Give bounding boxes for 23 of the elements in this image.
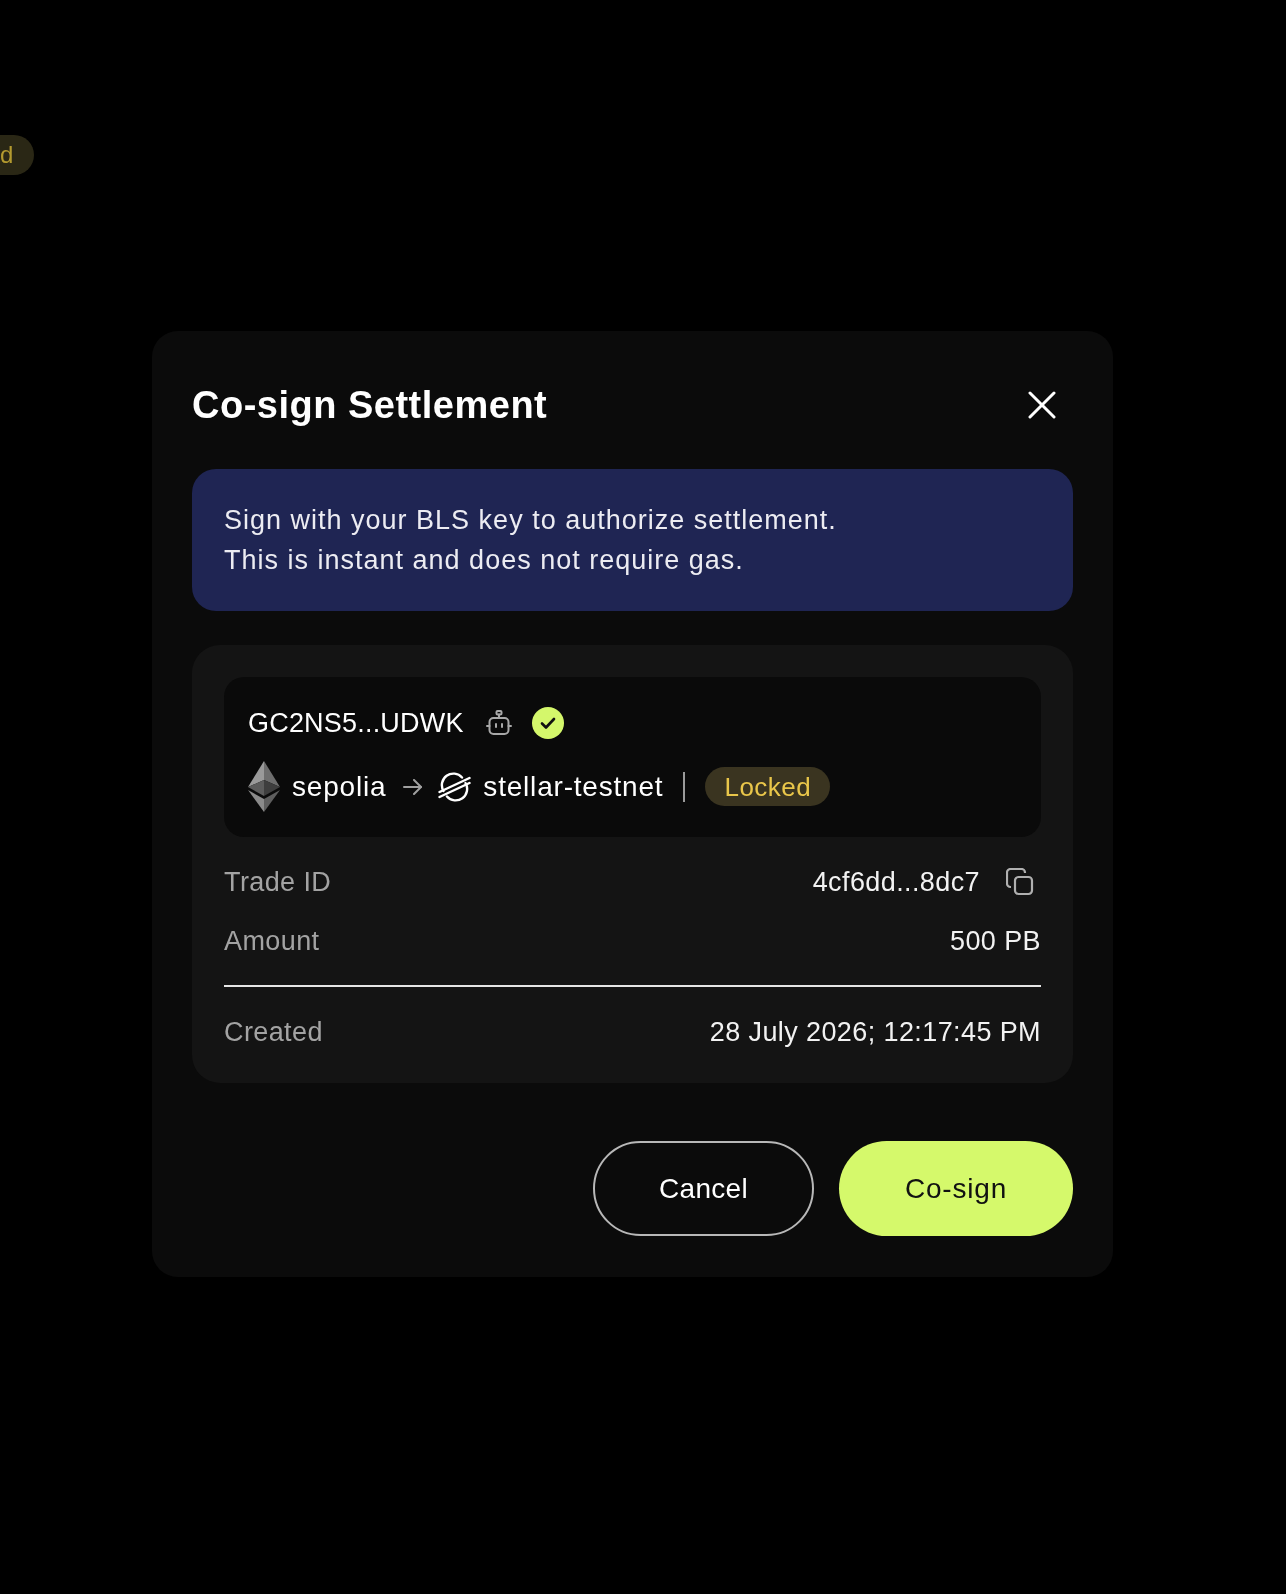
account-address: GC2NS5...UDWK [248,707,464,740]
arrow-right-icon [403,778,423,795]
robot-icon [485,710,512,736]
network-name: stellar-testnet [483,769,664,804]
detail-label: Amount [224,925,320,958]
ethereum-icon [248,761,280,812]
close-icon [1028,391,1056,419]
dialog-title: Co-sign Settlement [192,383,548,427]
detail-value: 28 July 2026; 12:17:45 PM [709,1016,1041,1049]
co-sign-button[interactable]: Co-sign [839,1141,1073,1236]
detail-label: Trade ID [224,866,332,899]
status-badge: d [0,135,35,175]
notice-text: This is instant and does not require gas. [224,544,745,577]
close-button[interactable] [1028,391,1056,419]
detail-value: 4cf6dd...8dc7 [812,866,980,899]
detail-value: 500 PB [950,925,1041,958]
network-name: sepolia [292,769,387,804]
status-badge: Locked [705,767,831,806]
detail-label: Created [224,1016,323,1049]
notice-text: Sign with your BLS key to authorize settlement. [224,504,838,537]
stellar-icon [438,771,472,802]
cancel-button[interactable]: Cancel [593,1141,814,1236]
copy-icon[interactable] [1006,868,1034,896]
